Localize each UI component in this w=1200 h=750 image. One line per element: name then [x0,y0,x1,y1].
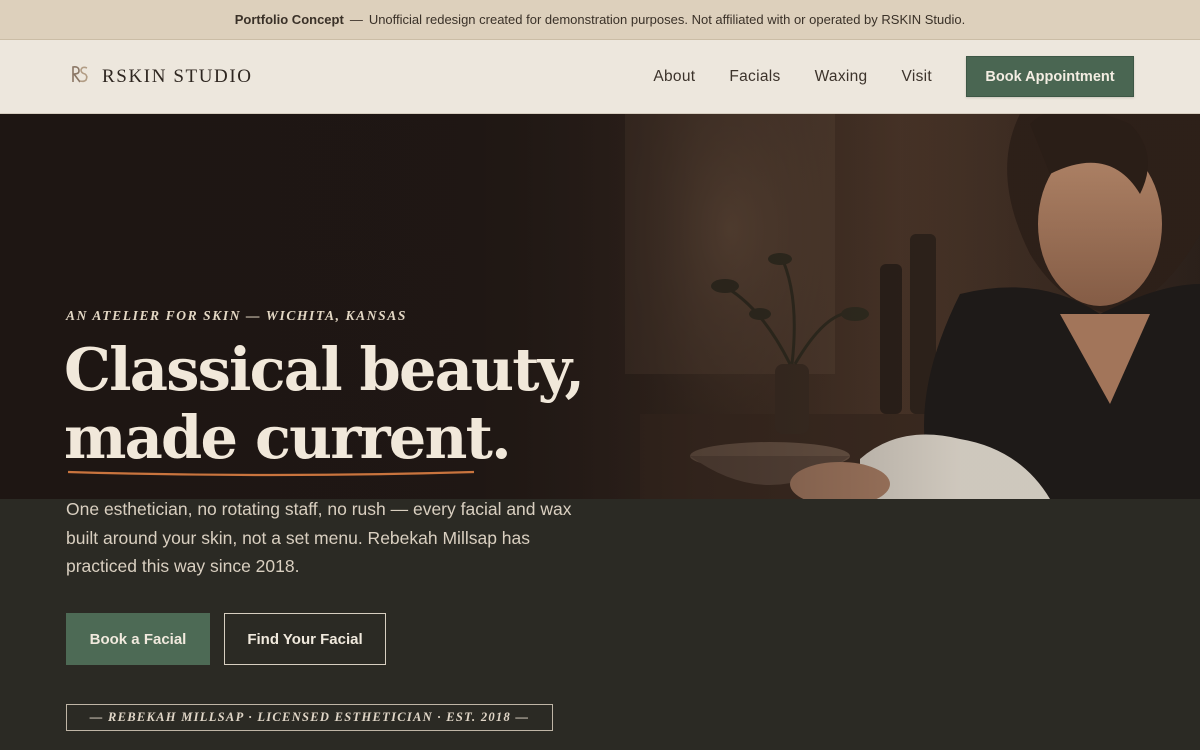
brand-name: RSKIN STUDIO [102,66,253,87]
notice-separator: — [349,12,363,27]
book-appointment-button[interactable]: Book Appointment [966,56,1134,97]
notice-text: Unofficial redesign created for demonstr… [368,12,966,27]
brand-logo-link[interactable]: RSKIN STUDIO [66,40,253,114]
headline-underline-icon [67,470,475,477]
portfolio-notice-bar: Portfolio Concept — Unofficial redesign … [0,0,1200,40]
book-facial-button[interactable]: Book a Facial [66,613,210,665]
nav-visit[interactable]: Visit [901,68,932,86]
headline-line-2: made current. [64,403,512,472]
notice-label: Portfolio Concept [234,12,344,27]
hero-lede: One esthetician, no rotating staff, no r… [66,499,572,576]
nav-facials[interactable]: Facials [729,68,780,86]
hero-eyebrow: AN ATELIER FOR SKIN — WICHITA, KANSAS [66,308,407,323]
nav-about[interactable]: About [653,68,695,86]
main-nav: About Facials Waxing Visit [653,40,932,114]
headline-line-1: Classical beauty, [64,335,585,404]
credential-badge: — REBEKAH MILLSAP · LICENSED ESTHETICIAN… [66,704,553,731]
rs-monogram-icon [66,61,92,87]
hero-headline: Classical beauty, made current. [64,335,585,477]
site-header: RSKIN STUDIO About Facials Waxing Visit … [0,40,1200,114]
nav-waxing[interactable]: Waxing [815,68,868,86]
headline-line-2-wrap: made current. [64,403,512,477]
find-facial-button[interactable]: Find Your Facial [224,613,386,665]
